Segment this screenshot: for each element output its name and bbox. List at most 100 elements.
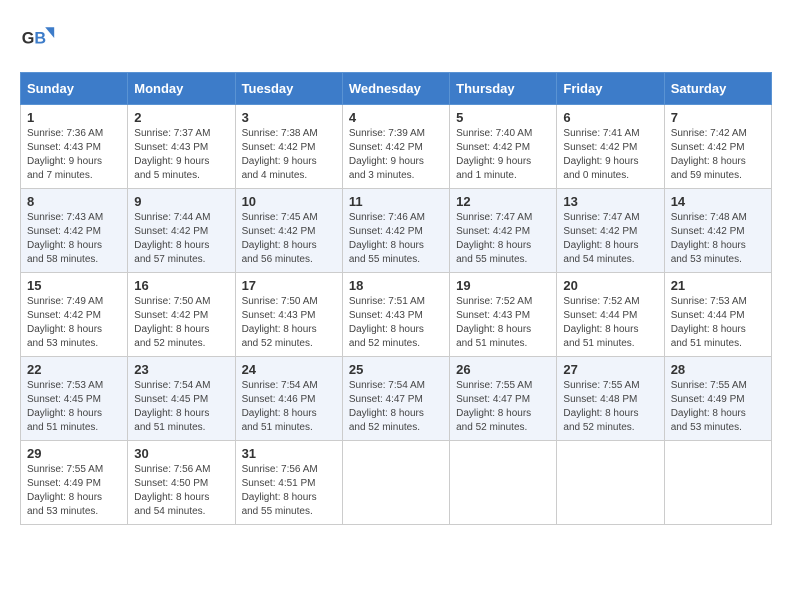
day-info: Sunrise: 7:41 AM Sunset: 4:42 PM Dayligh… — [563, 127, 657, 183]
day-cell: 27Sunrise: 7:55 AM Sunset: 4:48 PM Dayli… — [557, 357, 664, 441]
svg-text:G: G — [22, 29, 35, 47]
day-header: Thursday — [450, 73, 557, 105]
day-info: Sunrise: 7:47 AM Sunset: 4:42 PM Dayligh… — [563, 211, 657, 267]
day-info: Sunrise: 7:53 AM Sunset: 4:45 PM Dayligh… — [27, 379, 121, 435]
day-cell: 24 Sunrise: 7:54 AM Sunset: 4:46 PM Dayli… — [235, 357, 342, 441]
day-info: Sunrise: 7:54 AM Sunset: 4:47 PM Dayligh… — [349, 379, 443, 435]
day-info: Sunrise: 7:44 AM Sunset: 4:42 PM Dayligh… — [134, 211, 228, 267]
calendar-week-row: 1 Sunrise: 7:36 AM Sunset: 4:43 PM Daylig… — [21, 105, 772, 189]
day-number: 10 — [242, 194, 336, 209]
day-cell: 22 Sunrise: 7:53 AM Sunset: 4:45 PM Dayli… — [21, 357, 128, 441]
day-cell: 30 Sunrise: 7:56 AM Sunset: 4:50 PM Dayli… — [128, 441, 235, 525]
day-cell: 26 Sunrise: 7:55 AM Sunset: 4:47 PM Dayli… — [450, 357, 557, 441]
day-cell: 29 Sunrise: 7:55 AM Sunset: 4:49 PM Dayli… — [21, 441, 128, 525]
day-info: Sunrise: 7:53 AM Sunset: 4:44 PM Dayligh… — [671, 295, 765, 351]
page-header: G B — [20, 20, 772, 56]
calendar-week-row: 22 Sunrise: 7:53 AM Sunset: 4:45 PM Dayli… — [21, 357, 772, 441]
empty-day-cell — [664, 441, 771, 525]
day-number: 17 — [242, 278, 336, 293]
day-info: Sunrise: 7:55 AM Sunset: 4:47 PM Dayligh… — [456, 379, 550, 435]
day-cell: 28 Sunrise: 7:55 AM Sunset: 4:49 PM Dayli… — [664, 357, 771, 441]
day-number: 7 — [671, 110, 765, 125]
day-number: 21 — [671, 278, 765, 293]
day-number: 19 — [456, 278, 550, 293]
day-info: Sunrise: 7:48 AM Sunset: 4:42 PM Dayligh… — [671, 211, 765, 267]
svg-text:B: B — [34, 29, 46, 47]
day-number: 1 — [27, 110, 121, 125]
day-number: 22 — [27, 362, 121, 377]
day-number: 29 — [27, 446, 121, 461]
day-number: 14 — [671, 194, 765, 209]
day-cell: 14 Sunrise: 7:48 AM Sunset: 4:42 PM Dayli… — [664, 189, 771, 273]
day-number: 3 — [242, 110, 336, 125]
calendar-header-row: SundayMondayTuesdayWednesdayThursdayFrid… — [21, 73, 772, 105]
day-number: 30 — [134, 446, 228, 461]
day-cell: 4Sunrise: 7:39 AM Sunset: 4:42 PM Daylig… — [342, 105, 449, 189]
day-info: Sunrise: 7:46 AM Sunset: 4:42 PM Dayligh… — [349, 211, 443, 267]
day-number: 12 — [456, 194, 550, 209]
day-number: 13 — [563, 194, 657, 209]
day-number: 6 — [563, 110, 657, 125]
day-number: 18 — [349, 278, 443, 293]
day-info: Sunrise: 7:45 AM Sunset: 4:42 PM Dayligh… — [242, 211, 336, 267]
empty-day-cell — [450, 441, 557, 525]
day-number: 23 — [134, 362, 228, 377]
calendar-table: SundayMondayTuesdayWednesdayThursdayFrid… — [20, 72, 772, 525]
day-info: Sunrise: 7:50 AM Sunset: 4:43 PM Dayligh… — [242, 295, 336, 351]
day-info: Sunrise: 7:54 AM Sunset: 4:46 PM Dayligh… — [242, 379, 336, 435]
logo: G B — [20, 20, 60, 56]
day-number: 11 — [349, 194, 443, 209]
day-cell: 18Sunrise: 7:51 AM Sunset: 4:43 PM Dayli… — [342, 273, 449, 357]
day-info: Sunrise: 7:52 AM Sunset: 4:43 PM Dayligh… — [456, 295, 550, 351]
day-cell: 6 Sunrise: 7:41 AM Sunset: 4:42 PM Daylig… — [557, 105, 664, 189]
day-cell: 12 Sunrise: 7:47 AM Sunset: 4:42 PM Dayli… — [450, 189, 557, 273]
logo-icon: G B — [20, 20, 56, 56]
day-cell: 9 Sunrise: 7:44 AM Sunset: 4:42 PM Daylig… — [128, 189, 235, 273]
day-info: Sunrise: 7:47 AM Sunset: 4:42 PM Dayligh… — [456, 211, 550, 267]
day-number: 9 — [134, 194, 228, 209]
day-cell: 25 Sunrise: 7:54 AM Sunset: 4:47 PM Dayli… — [342, 357, 449, 441]
day-cell: 17 Sunrise: 7:50 AM Sunset: 4:43 PM Dayli… — [235, 273, 342, 357]
day-cell: 21 Sunrise: 7:53 AM Sunset: 4:44 PM Dayli… — [664, 273, 771, 357]
day-number: 28 — [671, 362, 765, 377]
day-header: Monday — [128, 73, 235, 105]
day-number: 15 — [27, 278, 121, 293]
day-cell: 2Sunrise: 7:37 AM Sunset: 4:43 PM Daylig… — [128, 105, 235, 189]
day-cell: 3Sunrise: 7:38 AM Sunset: 4:42 PM Daylig… — [235, 105, 342, 189]
day-info: Sunrise: 7:49 AM Sunset: 4:42 PM Dayligh… — [27, 295, 121, 351]
day-info: Sunrise: 7:42 AM Sunset: 4:42 PM Dayligh… — [671, 127, 765, 183]
day-info: Sunrise: 7:50 AM Sunset: 4:42 PM Dayligh… — [134, 295, 228, 351]
day-number: 5 — [456, 110, 550, 125]
day-header: Tuesday — [235, 73, 342, 105]
day-info: Sunrise: 7:36 AM Sunset: 4:43 PM Dayligh… — [27, 127, 121, 183]
day-cell: 7 Sunrise: 7:42 AM Sunset: 4:42 PM Daylig… — [664, 105, 771, 189]
day-cell: 15 Sunrise: 7:49 AM Sunset: 4:42 PM Dayli… — [21, 273, 128, 357]
empty-day-cell — [342, 441, 449, 525]
day-number: 24 — [242, 362, 336, 377]
day-cell: 13 Sunrise: 7:47 AM Sunset: 4:42 PM Dayli… — [557, 189, 664, 273]
calendar-week-row: 29 Sunrise: 7:55 AM Sunset: 4:49 PM Dayli… — [21, 441, 772, 525]
calendar-week-row: 15 Sunrise: 7:49 AM Sunset: 4:42 PM Dayli… — [21, 273, 772, 357]
day-cell: 20Sunrise: 7:52 AM Sunset: 4:44 PM Dayli… — [557, 273, 664, 357]
calendar-body: 1 Sunrise: 7:36 AM Sunset: 4:43 PM Daylig… — [21, 105, 772, 525]
day-cell: 8Sunrise: 7:43 AM Sunset: 4:42 PM Daylig… — [21, 189, 128, 273]
day-number: 25 — [349, 362, 443, 377]
day-cell: 5Sunrise: 7:40 AM Sunset: 4:42 PM Daylig… — [450, 105, 557, 189]
day-number: 8 — [27, 194, 121, 209]
day-number: 16 — [134, 278, 228, 293]
day-header: Friday — [557, 73, 664, 105]
day-info: Sunrise: 7:56 AM Sunset: 4:50 PM Dayligh… — [134, 463, 228, 519]
calendar-week-row: 8Sunrise: 7:43 AM Sunset: 4:42 PM Daylig… — [21, 189, 772, 273]
day-cell: 10 Sunrise: 7:45 AM Sunset: 4:42 PM Dayli… — [235, 189, 342, 273]
day-info: Sunrise: 7:54 AM Sunset: 4:45 PM Dayligh… — [134, 379, 228, 435]
day-number: 27 — [563, 362, 657, 377]
day-number: 4 — [349, 110, 443, 125]
day-number: 26 — [456, 362, 550, 377]
day-cell: 19 Sunrise: 7:52 AM Sunset: 4:43 PM Dayli… — [450, 273, 557, 357]
day-cell: 23 Sunrise: 7:54 AM Sunset: 4:45 PM Dayli… — [128, 357, 235, 441]
day-cell: 16 Sunrise: 7:50 AM Sunset: 4:42 PM Dayli… — [128, 273, 235, 357]
day-info: Sunrise: 7:55 AM Sunset: 4:49 PM Dayligh… — [27, 463, 121, 519]
day-header: Saturday — [664, 73, 771, 105]
day-info: Sunrise: 7:55 AM Sunset: 4:49 PM Dayligh… — [671, 379, 765, 435]
day-cell: 1 Sunrise: 7:36 AM Sunset: 4:43 PM Daylig… — [21, 105, 128, 189]
